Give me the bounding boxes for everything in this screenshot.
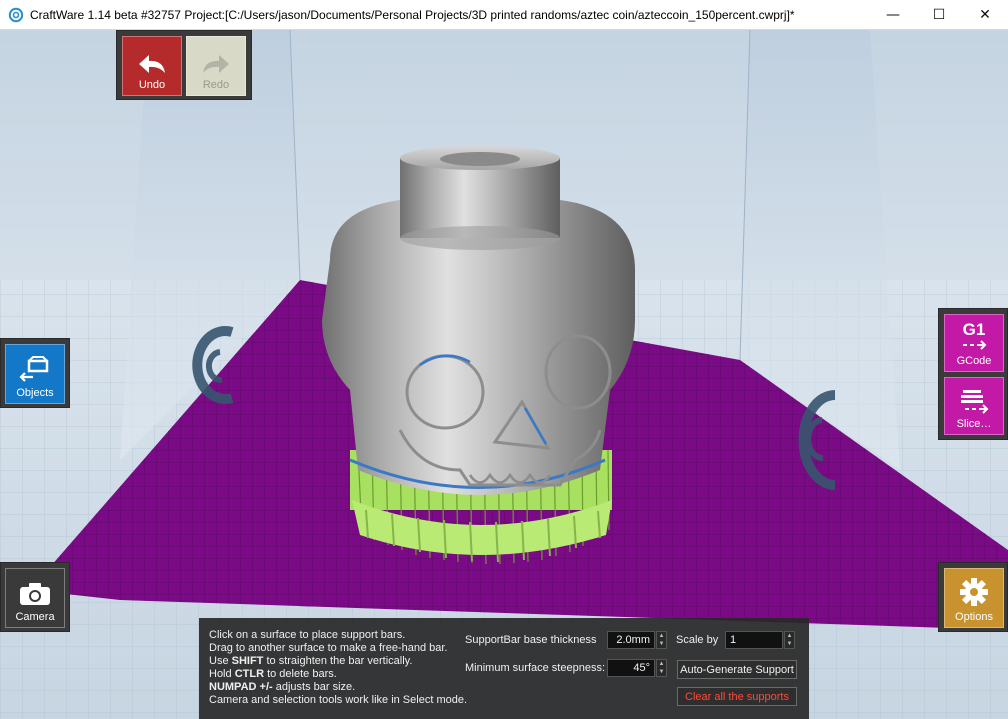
help-text: to delete bars. bbox=[264, 668, 337, 680]
base-thickness-label: SupportBar base thickness bbox=[465, 634, 597, 646]
slice-label: Slice… bbox=[956, 418, 992, 430]
options-label: Options bbox=[955, 611, 993, 623]
help-line: Drag to another surface to make a free-h… bbox=[209, 642, 448, 654]
help-key: SHIFT bbox=[231, 655, 264, 667]
help-text: Hold bbox=[209, 668, 235, 680]
objects-toolbar: Objects bbox=[0, 338, 70, 408]
help-text: Use bbox=[209, 655, 232, 667]
output-toolbar: G1 GCode Slice… bbox=[938, 308, 1008, 440]
gcode-badge: G1 bbox=[962, 320, 986, 339]
redo-button[interactable]: Redo bbox=[186, 36, 246, 96]
support-help-text: Click on a surface to place support bars… bbox=[209, 629, 467, 707]
help-line: Hold CTLR to delete bars. bbox=[209, 668, 467, 681]
help-text: to straighten the bar vertically. bbox=[263, 655, 413, 667]
craftware-logo-icon bbox=[8, 7, 24, 22]
window-title: CraftWare 1.14 beta #32757 Project:[C:/U… bbox=[30, 7, 795, 22]
help-line: Use SHIFT to straighten the bar vertical… bbox=[209, 655, 467, 668]
steepness-value: 45° bbox=[633, 662, 650, 674]
maximize-button[interactable]: ☐ bbox=[916, 0, 962, 30]
redo-icon bbox=[203, 55, 229, 73]
gcode-label: GCode bbox=[956, 355, 992, 367]
camera-toolbar: Camera bbox=[0, 562, 70, 632]
steepness-input[interactable]: 45° bbox=[607, 659, 655, 677]
minimize-button[interactable]: — bbox=[870, 0, 916, 30]
scale-spinner[interactable]: ▲ ▼ bbox=[784, 631, 795, 649]
scale-label: Scale by bbox=[676, 634, 719, 646]
steepness-label: Minimum surface steepness: bbox=[465, 662, 605, 674]
gear-icon bbox=[960, 578, 988, 606]
gcode-button[interactable]: G1 GCode bbox=[944, 314, 1004, 372]
steepness-spinner[interactable]: ▲ ▼ bbox=[656, 659, 667, 677]
camera-button[interactable]: Camera bbox=[5, 568, 65, 628]
slice-button[interactable]: Slice… bbox=[944, 377, 1004, 435]
base-thickness-input[interactable]: 2.0mm bbox=[607, 631, 655, 649]
support-panel: Click on a surface to place support bars… bbox=[199, 618, 809, 719]
redo-label: Redo bbox=[202, 79, 230, 91]
help-line: Camera and selection tools work like in … bbox=[209, 694, 468, 706]
undo-button[interactable]: Undo bbox=[122, 36, 182, 96]
window-controls: — ☐ ✕ bbox=[870, 0, 1008, 30]
title-bar: CraftWare 1.14 beta #32757 Project:[C:/U… bbox=[0, 0, 1008, 30]
undo-icon bbox=[139, 55, 165, 73]
help-line: NUMPAD +/- adjusts bar size. bbox=[209, 681, 467, 694]
scale-value: 1 bbox=[730, 634, 737, 646]
undo-label: Undo bbox=[138, 79, 166, 91]
clear-supports-button[interactable]: Clear all the supports bbox=[677, 687, 797, 706]
3d-viewport[interactable]: Undo Redo Objects Camera G1 GCode Slice…… bbox=[0, 30, 1008, 719]
slice-icon bbox=[961, 390, 989, 414]
objects-label: Objects bbox=[16, 387, 54, 399]
camera-icon bbox=[20, 583, 50, 605]
auto-generate-support-button[interactable]: Auto-Generate Support bbox=[677, 660, 797, 679]
export-arrow-icon bbox=[963, 340, 987, 350]
options-toolbar: Options bbox=[938, 562, 1008, 632]
objects-icon bbox=[19, 356, 49, 382]
camera-label: Camera bbox=[15, 611, 55, 623]
options-button[interactable]: Options bbox=[944, 568, 1004, 628]
base-thickness-spinner[interactable]: ▲ ▼ bbox=[656, 631, 667, 649]
base-thickness-value: 2.0mm bbox=[616, 634, 650, 646]
scene-render bbox=[0, 30, 1008, 719]
scale-input[interactable]: 1 bbox=[725, 631, 783, 649]
help-text: adjusts bar size. bbox=[272, 681, 356, 693]
close-button[interactable]: ✕ bbox=[962, 0, 1008, 30]
help-key: CTLR bbox=[234, 668, 265, 680]
objects-button[interactable]: Objects bbox=[5, 344, 65, 404]
help-line: Click on a surface to place support bars… bbox=[209, 629, 406, 641]
help-key: NUMPAD +/- bbox=[209, 681, 273, 693]
history-toolbar: Undo Redo bbox=[116, 30, 252, 100]
